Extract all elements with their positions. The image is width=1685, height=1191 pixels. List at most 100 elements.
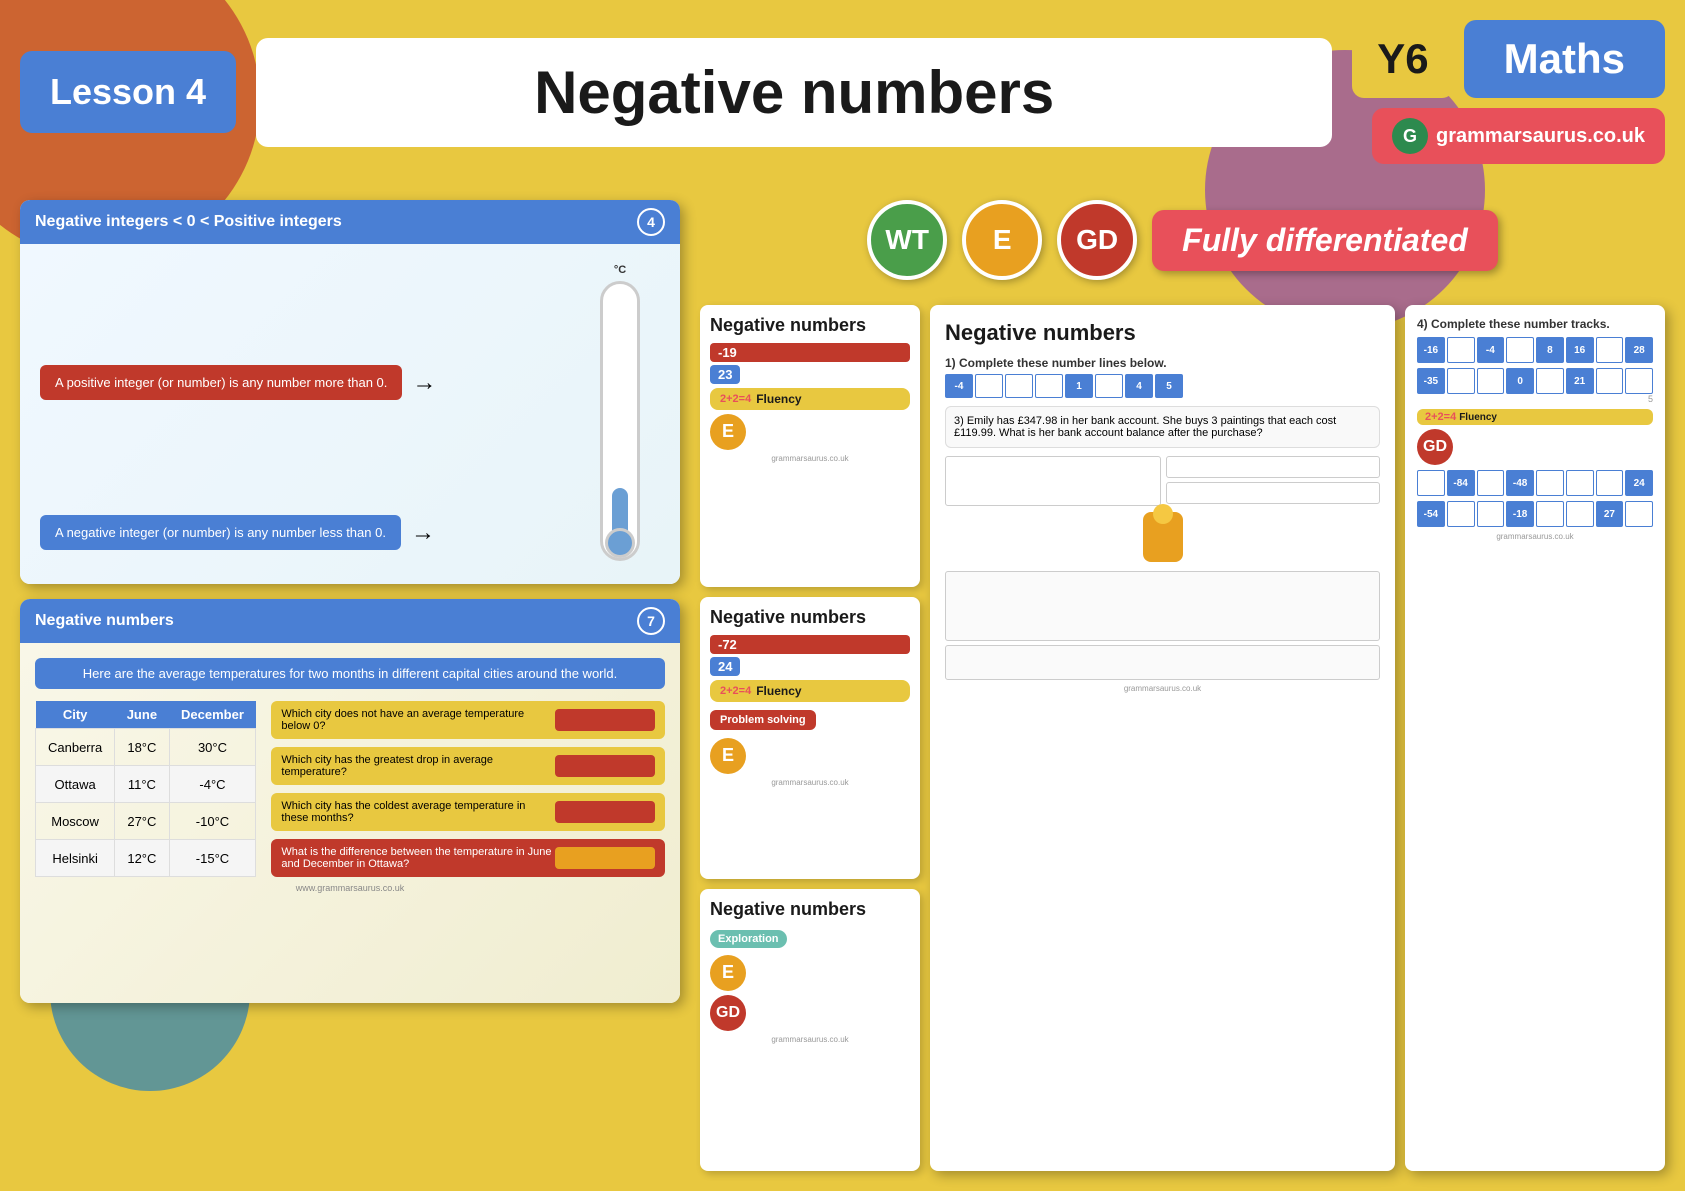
- left-panel: Negative integers < 0 < Positive integer…: [20, 200, 680, 1171]
- tc-2-7: [1596, 368, 1624, 394]
- positive-integer-box: A positive integer (or number) is any nu…: [40, 365, 402, 400]
- tc-3-6: [1566, 470, 1594, 496]
- diff-badges-row: WT E GD: [867, 200, 1137, 280]
- emily-answer-box-1: [945, 456, 1161, 506]
- top-right-area: Y6 Maths G grammarsaurus.co.uk: [1352, 20, 1665, 164]
- city-1: Canberra: [36, 729, 115, 766]
- answer-2-box: [555, 755, 655, 777]
- tc-1-7: [1596, 337, 1624, 363]
- june-2: 11°C: [115, 766, 169, 803]
- worksheets-area: Negative numbers -19 23 2+2=4 Fluency E …: [700, 305, 1665, 1171]
- slide-1-title: Negative integers < 0 < Positive integer…: [35, 213, 342, 231]
- ws2-e-badge: E: [710, 738, 746, 774]
- diff-section: WT E GD Fully differentiated: [700, 200, 1665, 290]
- table-row: Canberra 18°C 30°C: [36, 729, 256, 766]
- tc-3-4: -48: [1506, 470, 1534, 496]
- track-4-cells: -54 -18 27: [1417, 501, 1653, 527]
- fully-differentiated-label: Fully differentiated: [1152, 210, 1498, 271]
- tc-3-2: -84: [1447, 470, 1475, 496]
- nl-cell-5: 1: [1065, 374, 1093, 398]
- tc-1-4: [1506, 337, 1534, 363]
- ws1-title: Negative numbers: [710, 315, 910, 337]
- section-3: 3) Emily has £347.98 in her bank account…: [945, 406, 1380, 506]
- ws3-watermark: grammarsaurus.co.uk: [710, 1035, 910, 1044]
- main-ws-watermark: grammarsaurus.co.uk: [945, 684, 1380, 693]
- track-row-2: -35 0 21 5: [1417, 368, 1653, 404]
- question-3-text: Which city has the coldest average tempe…: [281, 800, 555, 824]
- worksheet-1: Negative numbers -19 23 2+2=4 Fluency E …: [700, 305, 920, 587]
- question-3-row: Which city has the coldest average tempe…: [271, 793, 665, 831]
- question-4-row: What is the difference between the tempe…: [271, 839, 665, 877]
- ws1-formula: 2+2=4: [720, 393, 751, 405]
- table-row: Ottawa 11°C -4°C: [36, 766, 256, 803]
- tc-3-1: [1417, 470, 1445, 496]
- track-row-4: -54 -18 27: [1417, 501, 1653, 527]
- ws1-num2: 23: [710, 365, 740, 384]
- slide-2-title: Negative numbers: [35, 612, 174, 630]
- slide-1-body: A positive integer (or number) is any nu…: [20, 244, 680, 584]
- wt-badge: WT: [867, 200, 947, 280]
- tc-1-2: [1447, 337, 1475, 363]
- fluency-formula-1: 2+2=4: [1425, 411, 1456, 423]
- track-1-cells: -16 -4 8 16 28: [1417, 337, 1653, 363]
- diff-row: WT E GD Fully differentiated: [867, 200, 1498, 280]
- table-row: Moscow 27°C -10°C: [36, 803, 256, 840]
- tc-3-5: [1536, 470, 1564, 496]
- table-row: Helsinki 12°C -15°C: [36, 840, 256, 877]
- grammarsaurus-icon: G: [1392, 118, 1428, 154]
- tc-4-5: [1536, 501, 1564, 527]
- answer-3-box: [555, 801, 655, 823]
- page-title: Negative numbers: [296, 58, 1292, 127]
- nl-cell-7: 4: [1125, 374, 1153, 398]
- ws2-fluency-badge: 2+2=4 Fluency: [710, 680, 910, 702]
- tc-4-1: -54: [1417, 501, 1445, 527]
- city-3: Moscow: [36, 803, 115, 840]
- ws3-exploration-badge: Exploration: [710, 930, 787, 948]
- year-badge: Y6: [1352, 20, 1453, 98]
- dec-2: -4°C: [169, 766, 256, 803]
- worksheet-3: Negative numbers Exploration E GD gramma…: [700, 889, 920, 1171]
- tc-1-1: -16: [1417, 337, 1445, 363]
- gd-badge-diff: GD: [1057, 200, 1137, 280]
- track-row-3: -84 -48 24: [1417, 470, 1653, 496]
- number-line-1: -4 1 4 5: [945, 374, 1380, 398]
- ws1-num1: -19: [710, 343, 910, 362]
- nl-cell-2: [975, 374, 1003, 398]
- slide-1: Negative integers < 0 < Positive integer…: [20, 200, 680, 584]
- slide-1-text-area: A positive integer (or number) is any nu…: [40, 264, 560, 564]
- col-city: City: [36, 701, 115, 729]
- main-worksheet: Negative numbers 1) Complete these numbe…: [930, 305, 1395, 1171]
- ws2-formula: 2+2=4: [720, 685, 751, 697]
- track-3-cells: -84 -48 24: [1417, 470, 1653, 496]
- track-2-cells: -35 0 21: [1417, 368, 1653, 394]
- question-1-row: Which city does not have an average temp…: [271, 701, 665, 739]
- questions-area: Which city does not have an average temp…: [271, 701, 665, 877]
- tc-4-6: [1566, 501, 1594, 527]
- col-dec: December: [169, 701, 256, 729]
- grammarsaurus-box: G grammarsaurus.co.uk: [1372, 108, 1665, 164]
- nl-cell-6: [1095, 374, 1123, 398]
- slide-2-body: Here are the average temperatures for tw…: [20, 643, 680, 1003]
- tc-2-2: [1447, 368, 1475, 394]
- thermometer-area: °C: [580, 264, 660, 564]
- question-1-text: Which city does not have an average temp…: [281, 708, 555, 732]
- ws2-num2: 24: [710, 657, 740, 676]
- header: Lesson 4 Negative numbers Y6 Maths G gra…: [20, 20, 1665, 164]
- character-illustration: [1143, 512, 1183, 562]
- therm-label: °C: [614, 264, 626, 276]
- tc-2-4: 0: [1506, 368, 1534, 394]
- ws3-gd-badge: GD: [710, 995, 746, 1031]
- medium-answer-box: [945, 645, 1380, 680]
- slide-2-intro: Here are the average temperatures for tw…: [35, 658, 665, 689]
- dec-3: -10°C: [169, 803, 256, 840]
- answer-4-box: [555, 847, 655, 869]
- ws3-e-badge: E: [710, 955, 746, 991]
- complete-tracks-title: 4) Complete these number tracks.: [1417, 317, 1653, 331]
- nl-cell-8: 5: [1155, 374, 1183, 398]
- emily-problem-box: 3) Emily has £347.98 in her bank account…: [945, 406, 1380, 448]
- thermometer: [600, 281, 640, 561]
- main-content: Negative integers < 0 < Positive integer…: [20, 200, 1665, 1171]
- e-badge-diff: E: [962, 200, 1042, 280]
- ws1-e-badge: E: [710, 414, 746, 450]
- arrow-right-1: →: [412, 369, 436, 397]
